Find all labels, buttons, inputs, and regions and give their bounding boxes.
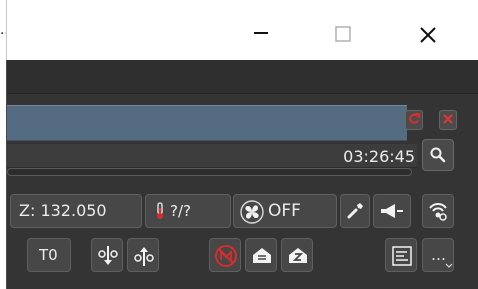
fan-icon <box>240 200 264 224</box>
horn-button[interactable] <box>373 194 411 228</box>
wifi-gear-icon <box>429 203 447 221</box>
maximize-icon <box>335 26 351 42</box>
top-strip <box>7 60 478 94</box>
wifi-button[interactable] <box>422 194 454 228</box>
horn-icon <box>381 204 403 218</box>
fan-button[interactable]: OFF <box>233 194 337 228</box>
wrench-icon <box>347 203 363 219</box>
minimize-button[interactable] <box>237 18 285 48</box>
search-button[interactable] <box>422 139 454 171</box>
motor-off-button[interactable] <box>209 238 241 272</box>
chevron-down-icon <box>445 263 453 268</box>
progress-bar <box>7 168 412 176</box>
close-icon <box>420 27 436 43</box>
z-home-button[interactable] <box>281 238 313 272</box>
temperature-button[interactable]: ?/? <box>145 194 231 228</box>
extrude-up-icon <box>134 247 154 266</box>
extrude-down-icon <box>98 246 118 265</box>
extrude-down-button[interactable] <box>91 238 123 272</box>
minimize-icon <box>254 32 268 34</box>
wrench-button[interactable] <box>340 194 370 228</box>
refresh-icon <box>409 113 420 124</box>
message-panel <box>7 105 407 141</box>
home-button[interactable] <box>245 238 277 272</box>
home-icon <box>253 248 271 263</box>
status-time: 03:26:45 <box>343 147 415 166</box>
screenshot-root: … <box>0 0 478 289</box>
terminal-button[interactable] <box>385 238 417 272</box>
app-body: 03:26:45 Z: 132.050 ?/? OFF T0 … <box>6 60 478 289</box>
close-panel-button[interactable] <box>439 110 457 130</box>
search-icon <box>430 147 446 163</box>
tool-select-button[interactable]: T0 <box>27 238 71 272</box>
close-window-button[interactable] <box>404 18 452 48</box>
fan-label: OFF <box>268 201 301 221</box>
more-button[interactable]: … <box>422 238 454 272</box>
temperature-label: ?/? <box>170 202 191 220</box>
extrude-up-button[interactable] <box>127 238 159 272</box>
maximize-button[interactable] <box>319 18 367 48</box>
terminal-icon <box>392 246 412 266</box>
z-position-button[interactable]: Z: 132.050 <box>10 194 142 228</box>
tool-select-label: T0 <box>39 246 58 264</box>
z-position-label: Z: 132.050 <box>19 201 107 220</box>
close-icon <box>443 114 453 124</box>
thermometer-icon <box>157 202 163 219</box>
z-home-icon <box>289 248 307 263</box>
window-titlebar <box>6 0 478 60</box>
more-label: … <box>431 246 446 264</box>
refresh-button[interactable] <box>405 110 423 130</box>
motor-off-icon <box>215 245 237 267</box>
